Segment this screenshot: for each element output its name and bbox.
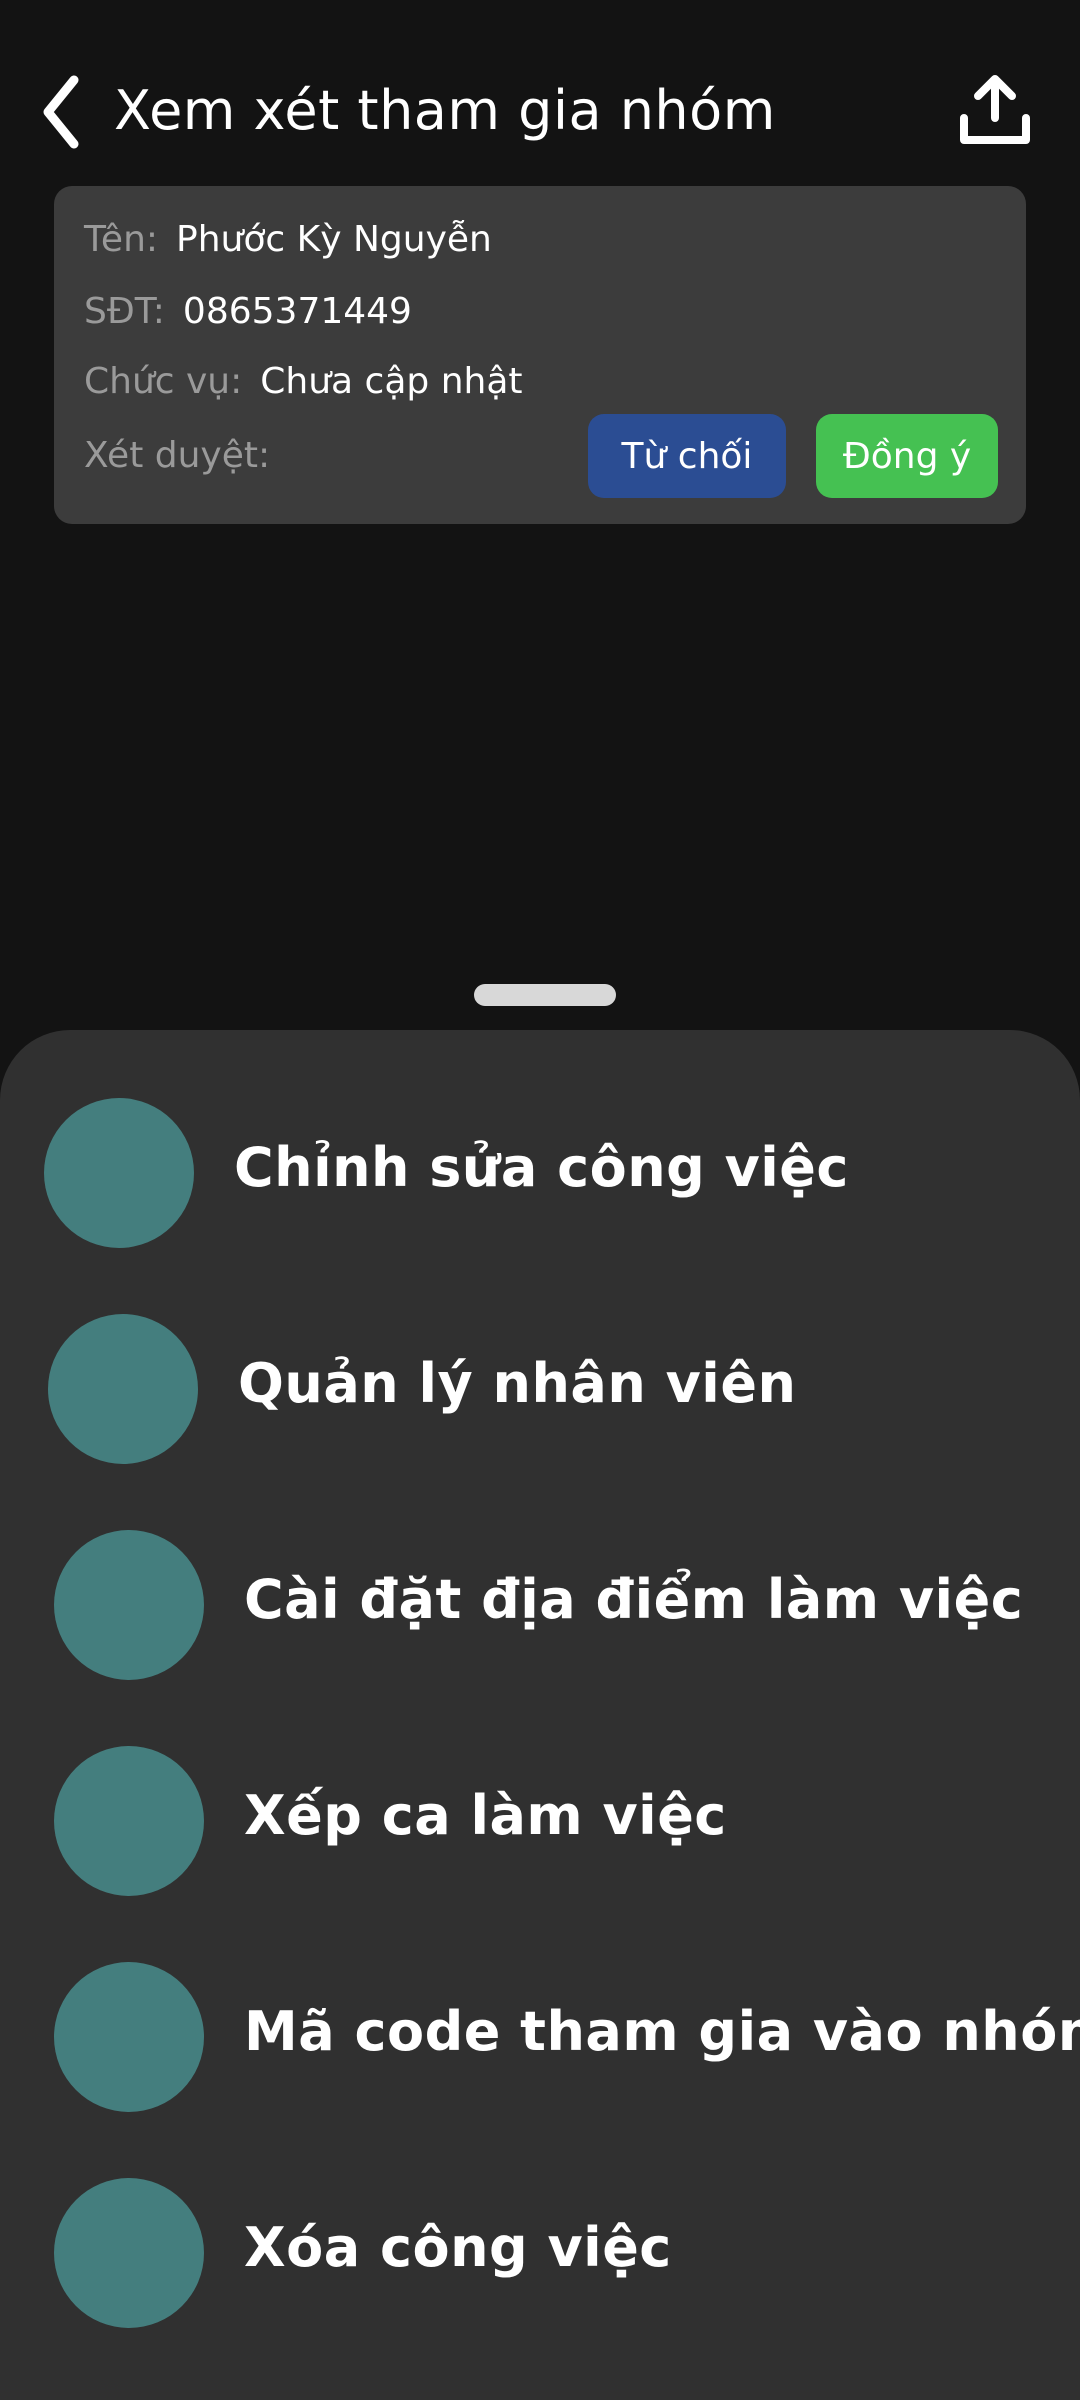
menu-item-label: Chỉnh sửa công việc xyxy=(234,1136,849,1199)
back-button[interactable] xyxy=(38,72,88,152)
menu-item-shift-schedule[interactable]: Xếp ca làm việc xyxy=(0,1726,1080,1896)
approve-button[interactable]: Đồng ý xyxy=(816,414,998,498)
name-row: Tên: Phước Kỳ Nguyễn xyxy=(84,216,492,264)
chevron-left-icon xyxy=(43,75,79,149)
menu-item-label: Xếp ca làm việc xyxy=(244,1784,727,1847)
menu-item-join-code[interactable]: Mã code tham gia vào nhóm xyxy=(0,1942,1080,2112)
join-request-card: Tên: Phước Kỳ Nguyễn SĐT: 0865371449 Chức … xyxy=(54,186,1026,524)
manage-staff-icon xyxy=(48,1314,198,1464)
upload-icon xyxy=(960,75,1030,144)
join-code-icon xyxy=(54,1962,204,2112)
page-title: Xem xét tham gia nhóm xyxy=(114,79,776,142)
position-row: Chức vụ: Chưa cập nhật xyxy=(84,358,523,406)
review-label: Xét duyệt: xyxy=(84,435,271,476)
menu-item-manage-staff[interactable]: Quản lý nhân viên xyxy=(0,1294,1080,1464)
menu-item-label: Quản lý nhân viên xyxy=(238,1352,797,1415)
shift-schedule-icon xyxy=(54,1746,204,1896)
menu-item-edit-work[interactable]: Chỉnh sửa công việc xyxy=(0,1078,1080,1248)
menu-item-label: Mã code tham gia vào nhóm xyxy=(244,2000,1080,2063)
app-header: Xem xét tham gia nhóm xyxy=(0,0,1080,180)
reject-button[interactable]: Từ chối xyxy=(588,414,786,498)
edit-work-icon xyxy=(44,1098,194,1248)
sheet-drag-handle[interactable] xyxy=(474,984,616,1006)
location-icon xyxy=(54,1530,204,1680)
menu-item-location-settings[interactable]: Cài đặt địa điểm làm việc xyxy=(0,1510,1080,1680)
name-label: Tên: xyxy=(84,219,159,260)
review-row: Xét duyệt: xyxy=(84,432,288,480)
delete-work-icon xyxy=(54,2178,204,2328)
bottom-sheet: Chỉnh sửa công việc Quản lý nhân viên Cà… xyxy=(0,1030,1080,2400)
phone-label: SĐT: xyxy=(84,291,165,332)
menu-item-delete-work[interactable]: Xóa công việc xyxy=(0,2158,1080,2328)
phone-row: SĐT: 0865371449 xyxy=(84,288,412,336)
menu-item-label: Cài đặt địa điểm làm việc xyxy=(244,1568,1024,1631)
phone-value: 0865371449 xyxy=(182,291,412,332)
name-value: Phước Kỳ Nguyễn xyxy=(176,219,492,260)
menu-item-label: Xóa công việc xyxy=(244,2216,672,2279)
position-value: Chưa cập nhật xyxy=(260,361,523,402)
position-label: Chức vụ: xyxy=(84,361,243,402)
upload-button[interactable] xyxy=(958,74,1032,146)
